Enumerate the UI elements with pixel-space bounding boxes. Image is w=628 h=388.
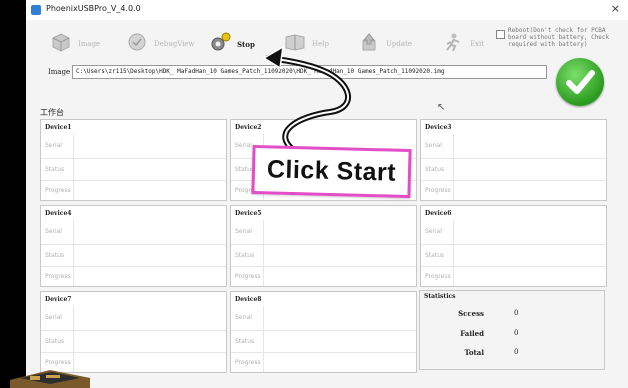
- serial-label: Serial: [45, 142, 62, 149]
- device-panel-6: Device6 Serial Status Progress: [420, 205, 607, 287]
- success-label: Sccess: [458, 309, 484, 318]
- close-button[interactable]: ×: [611, 3, 620, 15]
- status-label: Status: [425, 252, 445, 259]
- progress-label: Progress: [45, 187, 71, 194]
- progress-label: Progress: [425, 187, 451, 194]
- serial-label: Serial: [235, 228, 252, 235]
- status-label: Status: [235, 338, 255, 345]
- device-panel-8: Device8 Serial Status Progress: [230, 291, 417, 373]
- group-label: 工作台: [40, 108, 64, 117]
- total-value: 0: [514, 348, 519, 356]
- device-name: Device7: [45, 296, 72, 303]
- device-name: Device1: [45, 124, 72, 131]
- image-path-label: Image: [48, 68, 71, 76]
- status-label: Status: [45, 252, 65, 259]
- title-bar: PhoenixUSBPro_V_4.0.0 ×: [26, 0, 628, 20]
- serial-label: Serial: [235, 142, 252, 149]
- device-panel-3: Device3 Serial Status Progress: [420, 119, 607, 201]
- device-panel-1: Device1 Serial Status Progress: [40, 119, 227, 201]
- device-panel-4: Device4 Serial Status Progress: [40, 205, 227, 287]
- window-title: PhoenixUSBPro_V_4.0.0: [46, 4, 141, 13]
- status-label: Status: [45, 338, 65, 345]
- debugview-icon: [128, 33, 146, 51]
- success-value: 0: [514, 309, 519, 317]
- status-indicator: [556, 58, 604, 106]
- failed-value: 0: [514, 329, 519, 337]
- progress-label: Progress: [235, 359, 261, 366]
- device-name: Device4: [45, 210, 72, 217]
- exit-figure-icon: [446, 33, 460, 52]
- reboot-label: Reboot(Don't check for PCBA board withou…: [508, 27, 610, 48]
- statistics-title: Statistics: [424, 293, 456, 300]
- device-panel-5: Device5 Serial Status Progress: [230, 205, 417, 287]
- gear-icon: [211, 32, 231, 51]
- image-path-field[interactable]: C:\Users\zr115\Desktop\HDK_ MaFadHan_10 …: [72, 65, 547, 79]
- device-name: Device6: [425, 210, 452, 217]
- click-start-callout: Click Start: [251, 144, 412, 199]
- progress-label: Progress: [45, 273, 71, 280]
- status-label: Status: [425, 166, 445, 173]
- pcb-board-image: [10, 370, 90, 388]
- app-icon: [31, 5, 41, 15]
- help-book-icon: [285, 34, 305, 51]
- device-name: Device2: [235, 124, 262, 131]
- update-icon: [362, 33, 376, 51]
- serial-label: Serial: [235, 314, 252, 321]
- progress-label: Progress: [425, 273, 451, 280]
- device-panel-7: Device7 Serial Status Progress: [40, 291, 227, 373]
- status-label: Status: [45, 166, 65, 173]
- total-label: Total: [464, 348, 484, 357]
- serial-label: Serial: [45, 228, 62, 235]
- device-name: Device8: [235, 296, 262, 303]
- statistics-panel: Statistics Sccess 0 Failed 0 Total 0: [419, 290, 605, 370]
- failed-label: Failed: [460, 329, 484, 338]
- reboot-checkbox[interactable]: [496, 30, 505, 39]
- device-name: Device3: [425, 124, 452, 131]
- progress-label: Progress: [235, 273, 261, 280]
- checkmark-icon: [566, 70, 595, 94]
- device-name: Device5: [235, 210, 262, 217]
- serial-label: Serial: [425, 142, 442, 149]
- status-label: Status: [235, 252, 255, 259]
- serial-label: Serial: [425, 228, 442, 235]
- mouse-cursor-icon: ↖: [437, 102, 446, 113]
- image-icon: [52, 33, 70, 52]
- serial-label: Serial: [45, 314, 62, 321]
